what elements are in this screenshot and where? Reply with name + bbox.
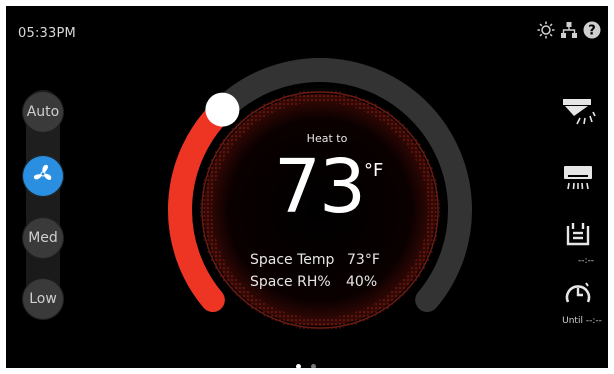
schedule-time-label: --:--: [577, 256, 595, 266]
page-dot-1[interactable]: [296, 364, 301, 368]
schedule-button[interactable]: [558, 218, 598, 254]
page-indicator: [296, 364, 316, 368]
thermostat-screen: 05:33PM ? Auto Med Low Heat to 73 °F Spa…: [6, 6, 608, 368]
ac-unit-icon: [560, 162, 596, 198]
setpoint-dial[interactable]: [6, 6, 608, 368]
timer-icon: [564, 280, 592, 312]
vent-airflow-icon: [560, 96, 596, 132]
schedule-icon: [564, 220, 592, 252]
ac-unit-button[interactable]: [558, 162, 598, 198]
timer-until-label: Until --:--: [562, 316, 602, 326]
page-dot-2[interactable]: [311, 364, 316, 368]
setpoint-knob[interactable]: [205, 92, 240, 127]
timer-button[interactable]: [558, 278, 598, 314]
vent-airflow-button[interactable]: [558, 96, 598, 132]
